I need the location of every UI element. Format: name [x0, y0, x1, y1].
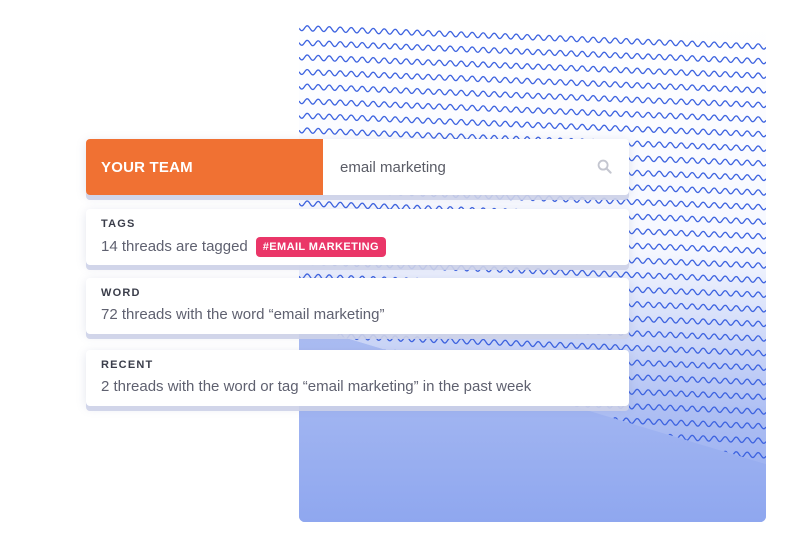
wave-pattern-background [299, 24, 766, 522]
wave-line [299, 98, 766, 123]
search-icon[interactable] [597, 159, 612, 174]
wave-line [299, 39, 766, 65]
result-title: TAGS [101, 218, 136, 230]
search-input[interactable] [323, 139, 580, 195]
result-text-row: 2 threads with the word or tag “email ma… [101, 378, 614, 396]
team-selector[interactable]: YOUR TEAM [86, 139, 323, 195]
result-title: WORD [101, 287, 141, 299]
result-text-row: 14 threads are tagged #EMAIL MARKETING [101, 237, 614, 257]
wave-line [299, 68, 766, 94]
result-text-row: 72 threads with the word “email marketin… [101, 306, 614, 324]
result-text: 14 threads are tagged [101, 238, 248, 255]
result-card-recent[interactable]: RECENT 2 threads with the word or tag “e… [86, 350, 629, 406]
wave-line [299, 112, 766, 138]
wave-pattern [299, 25, 766, 522]
search-field [323, 139, 629, 195]
result-card-tags[interactable]: TAGS 14 threads are tagged #EMAIL MARKET… [86, 209, 629, 265]
result-text: 72 threads with the word “email marketin… [101, 306, 385, 323]
wave-line [299, 25, 766, 50]
wave-line [299, 54, 766, 80]
result-title: RECENT [101, 359, 154, 371]
tag-badge[interactable]: #EMAIL MARKETING [255, 237, 386, 257]
result-card-word[interactable]: WORD 72 threads with the word “email mar… [86, 278, 629, 334]
team-search-bar: YOUR TEAM [86, 139, 629, 195]
wave-line [299, 83, 766, 109]
result-text: 2 threads with the word or tag “email ma… [101, 378, 532, 395]
